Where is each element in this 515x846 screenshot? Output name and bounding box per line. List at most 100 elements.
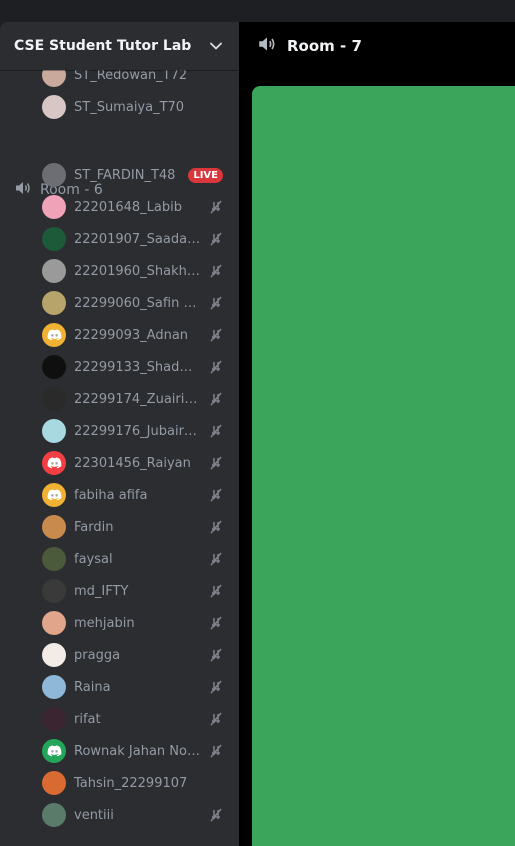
avatar (42, 419, 66, 443)
avatar (42, 195, 66, 219)
voice-member-row[interactable]: mehjabin (38, 608, 230, 638)
mic-muted-icon (208, 807, 224, 823)
voice-member-row[interactable]: Raina (38, 672, 230, 702)
mic-muted-icon (208, 519, 224, 535)
mic-muted-icon (208, 647, 224, 663)
member-name: Raina (74, 679, 111, 695)
discord-logo-icon (42, 323, 66, 347)
voice-member-row[interactable]: Tahsin_22299107 (38, 768, 230, 798)
discord-logo-icon (42, 451, 66, 475)
mic-muted-icon (208, 359, 224, 375)
member-name: Fardin (74, 519, 114, 535)
mic-muted-icon (208, 711, 224, 727)
avatar (42, 675, 66, 699)
voice-member-row[interactable]: ST_Sumaiya_T70 (38, 92, 230, 122)
avatar (42, 707, 66, 731)
server-header[interactable]: CSE Student Tutor Lab (0, 22, 239, 70)
voice-member-row[interactable]: 22299174_Zuairia T... (38, 384, 230, 414)
mic-muted-icon (208, 231, 224, 247)
mic-muted-icon (208, 295, 224, 311)
channel-title: Room - 7 (287, 37, 362, 55)
avatar (42, 227, 66, 251)
member-name: 22299176_JubairZa... (74, 423, 204, 439)
avatar (42, 70, 66, 87)
avatar (42, 291, 66, 315)
avatar (42, 163, 66, 187)
member-name: 22299060_Safin A... (74, 295, 204, 311)
member-name: 22299093_Adnan (74, 327, 189, 343)
avatar (42, 515, 66, 539)
member-name: ST_Sumaiya_T70 (74, 99, 185, 115)
member-name: fabiha afifa (74, 487, 148, 503)
voice-member-row[interactable]: fabiha afifa (38, 480, 230, 510)
mic-muted-icon (208, 615, 224, 631)
voice-member-row[interactable]: 22299133_Shadman (38, 352, 230, 382)
avatar (42, 803, 66, 827)
voice-member-row[interactable]: 22299093_Adnan (38, 320, 230, 350)
member-name: ventiii (74, 807, 114, 823)
avatar (42, 259, 66, 283)
mic-muted-icon (208, 679, 224, 695)
voice-member-row[interactable]: 22201648_Labib (38, 192, 230, 222)
avatar (42, 547, 66, 571)
voice-member-row[interactable]: 22301456_Raiyan (38, 448, 230, 478)
voice-member-row[interactable]: pragga (38, 640, 230, 670)
speaker-icon (14, 179, 32, 201)
member-name: 22201960_Shakha... (74, 263, 204, 279)
stream-header: Room - 7 (239, 22, 515, 70)
avatar (42, 95, 66, 119)
voice-member-row[interactable]: rifat (38, 704, 230, 734)
mic-muted-icon (208, 423, 224, 439)
mic-muted-icon (208, 199, 224, 215)
chevron-down-icon[interactable] (209, 39, 223, 53)
member-name: 22299133_Shadman (74, 359, 204, 375)
voice-member-row[interactable]: md_IFTY (38, 576, 230, 606)
avatar (42, 387, 66, 411)
member-name: pragga (74, 647, 121, 663)
mic-muted-icon (208, 743, 224, 759)
avatar (42, 771, 66, 795)
voice-member-row[interactable]: 22299060_Safin A... (38, 288, 230, 318)
mic-muted-icon (208, 327, 224, 343)
member-name: 22201648_Labib (74, 199, 182, 215)
member-name: Rownak Jahan Now... (74, 743, 204, 759)
screen-share-video[interactable] (252, 86, 515, 846)
member-name: mehjabin (74, 615, 135, 631)
avatar (42, 355, 66, 379)
avatar (42, 643, 66, 667)
avatar (42, 611, 66, 635)
member-name: faysal (74, 551, 113, 567)
mic-muted-icon (208, 455, 224, 471)
member-name: md_IFTY (74, 583, 129, 599)
member-name: 22301456_Raiyan (74, 455, 191, 471)
member-name: ST_Redowan_T72 (74, 70, 188, 83)
voice-member-row[interactable]: ventiii (38, 800, 230, 830)
member-name: rifat (74, 711, 101, 727)
voice-member-list: Room - 6 ST_Redowan_T72 ST_Sumaiya_T70 ST_… (0, 70, 239, 846)
mic-muted-icon (208, 263, 224, 279)
member-name: ST_FARDIN_T48 (74, 167, 176, 183)
avatar (42, 579, 66, 603)
voice-member-row[interactable]: ST_Redowan_T72 (38, 70, 230, 90)
discord-logo-icon (42, 483, 66, 507)
channel-sidebar: CSE Student Tutor Lab Room - 6 ST_Redowa… (0, 22, 239, 846)
voice-member-row[interactable]: ST_FARDIN_T48 LIVE (38, 160, 230, 190)
member-name: Tahsin_22299107 (74, 775, 188, 791)
live-badge: LIVE (188, 167, 223, 183)
mic-muted-icon (208, 583, 224, 599)
voice-member-row[interactable]: 22299176_JubairZa... (38, 416, 230, 446)
speaker-icon (257, 34, 277, 58)
mic-muted-icon (208, 551, 224, 567)
mic-muted-icon (208, 487, 224, 503)
title-bar (0, 0, 515, 22)
member-name: 22299174_Zuairia T... (74, 391, 204, 407)
member-name: 22201907_Saadat S... (74, 231, 204, 247)
voice-member-row[interactable]: Rownak Jahan Now... (38, 736, 230, 766)
voice-member-row[interactable]: Fardin (38, 512, 230, 542)
voice-member-row[interactable]: 22201960_Shakha... (38, 256, 230, 286)
voice-member-row[interactable]: 22201907_Saadat S... (38, 224, 230, 254)
stream-view: Room - 7 (239, 22, 515, 846)
mic-muted-icon (208, 391, 224, 407)
discord-logo-icon (42, 739, 66, 763)
voice-member-row[interactable]: faysal (38, 544, 230, 574)
